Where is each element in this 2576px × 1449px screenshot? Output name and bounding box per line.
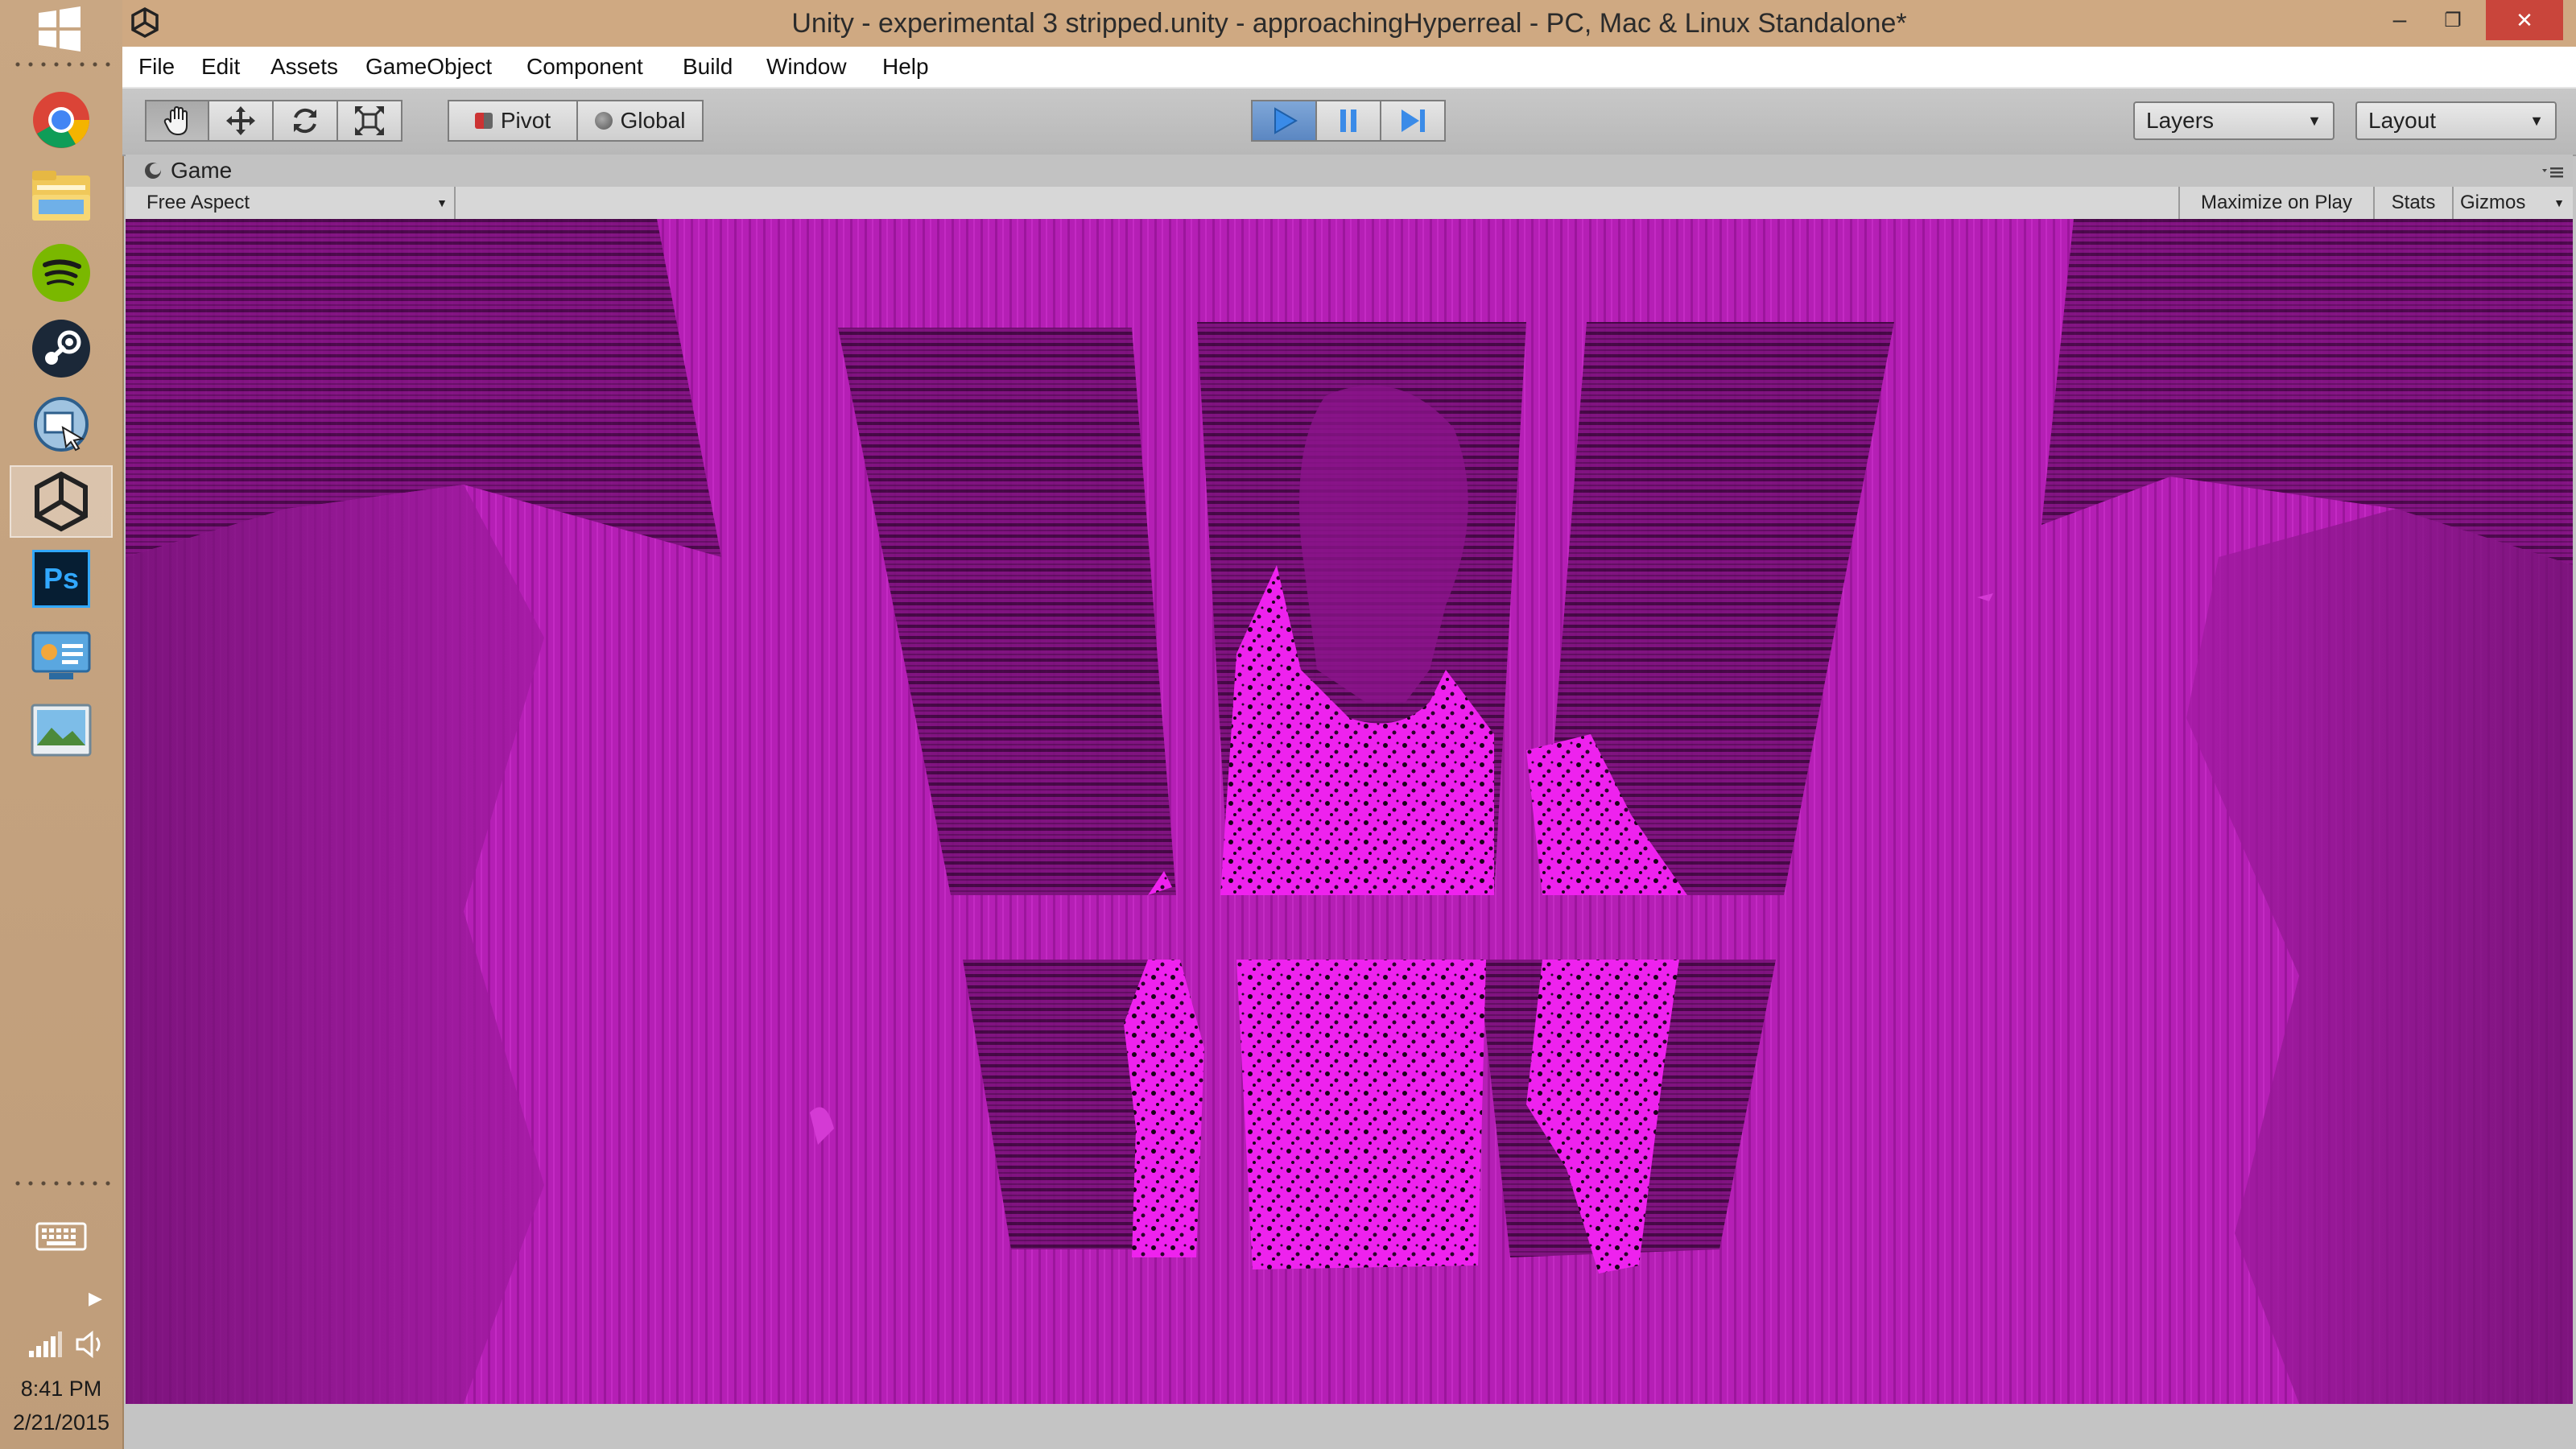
minimize-button[interactable]: – <box>2375 0 2425 40</box>
global-toggle-button[interactable]: Global <box>576 100 704 142</box>
game-tab[interactable]: Game <box>171 155 232 187</box>
signal-icon[interactable] <box>27 1330 63 1359</box>
spotify-icon[interactable] <box>10 237 113 309</box>
menu-window[interactable]: Window <box>766 47 847 87</box>
status-bar <box>126 1404 2576 1449</box>
menu-build[interactable]: Build <box>683 47 733 87</box>
taskbar-time[interactable]: 8:41 PM <box>0 1377 122 1402</box>
hand-tool-button[interactable] <box>145 100 209 142</box>
chrome-icon[interactable] <box>10 84 113 156</box>
menu-help[interactable]: Help <box>882 47 929 87</box>
keyboard-icon[interactable] <box>35 1220 87 1253</box>
game-view-icon <box>143 161 163 180</box>
play-button[interactable] <box>1251 100 1317 142</box>
aspect-dropdown[interactable]: Free Aspect ▼ <box>134 187 456 219</box>
taskbar-grip[interactable] <box>11 61 111 68</box>
remote-desktop-icon[interactable] <box>10 388 113 460</box>
restore-button[interactable]: ❐ <box>2428 0 2478 40</box>
rotate-tool-button[interactable] <box>272 100 338 142</box>
windows-start-icon[interactable] <box>35 5 84 53</box>
menu-component[interactable]: Component <box>526 47 643 87</box>
step-button[interactable] <box>1380 100 1446 142</box>
file-explorer-icon[interactable] <box>10 159 113 232</box>
steam-icon[interactable] <box>10 312 113 385</box>
chevron-down-icon: ▼ <box>2553 196 2565 209</box>
gizmos-dropdown[interactable]: Gizmos ▼ <box>2452 187 2573 219</box>
volume-icon[interactable] <box>74 1330 109 1359</box>
game-scene-render <box>126 219 2573 1404</box>
gizmos-label: Gizmos <box>2460 192 2526 213</box>
menu-gameobject[interactable]: GameObject <box>365 47 492 87</box>
rotate-tool-icon <box>294 108 316 134</box>
pivot-icon <box>474 113 493 129</box>
photoshop-icon[interactable]: Ps <box>10 543 113 615</box>
window-title: Unity - experimental 3 stripped.unity - … <box>791 8 1907 39</box>
taskbar-date[interactable]: 2/21/2015 <box>0 1410 122 1435</box>
taskbar-grip-bottom[interactable] <box>11 1180 111 1187</box>
scale-tool-icon <box>355 106 384 135</box>
show-hidden-icons-icon[interactable]: ▶ <box>89 1288 102 1311</box>
aspect-label: Free Aspect <box>147 192 250 213</box>
game-viewport[interactable] <box>126 219 2573 1404</box>
chevron-down-icon: ▼ <box>2529 113 2544 129</box>
global-icon <box>594 112 613 130</box>
menu-assets[interactable]: Assets <box>270 47 338 87</box>
pivot-toggle-button[interactable]: Pivot <box>448 100 578 142</box>
menu-edit[interactable]: Edit <box>201 47 240 87</box>
move-tool-icon <box>226 106 255 135</box>
pause-icon <box>1340 109 1356 132</box>
layout-dropdown[interactable]: Layout ▼ <box>2355 101 2557 140</box>
game-tab-bar <box>126 155 2573 187</box>
move-tool-button[interactable] <box>208 100 274 142</box>
chevron-down-icon: ▼ <box>436 196 448 209</box>
chevron-down-icon: ▼ <box>2307 113 2322 129</box>
panel-menu-icon[interactable] <box>2541 164 2565 180</box>
hand-tool-icon <box>163 105 188 136</box>
photo-viewer-icon[interactable] <box>10 694 113 766</box>
unity-icon[interactable] <box>10 465 113 538</box>
global-label: Global <box>620 108 686 133</box>
layers-label: Layers <box>2146 108 2215 133</box>
scale-tool-button[interactable] <box>336 100 402 142</box>
stats-toggle[interactable]: Stats <box>2373 187 2452 219</box>
menu-file[interactable]: File <box>138 47 175 87</box>
layout-label: Layout <box>2368 108 2437 133</box>
play-icon <box>1274 107 1298 134</box>
pivot-label: Pivot <box>500 108 551 133</box>
layers-dropdown[interactable]: Layers ▼ <box>2133 101 2334 140</box>
step-icon <box>1402 109 1425 132</box>
pause-button[interactable] <box>1315 100 1381 142</box>
photoshop-label: Ps <box>32 550 90 608</box>
close-button[interactable]: ✕ <box>2486 0 2563 40</box>
control-panel-icon[interactable] <box>10 620 113 692</box>
maximize-on-play-toggle[interactable]: Maximize on Play <box>2178 187 2373 219</box>
